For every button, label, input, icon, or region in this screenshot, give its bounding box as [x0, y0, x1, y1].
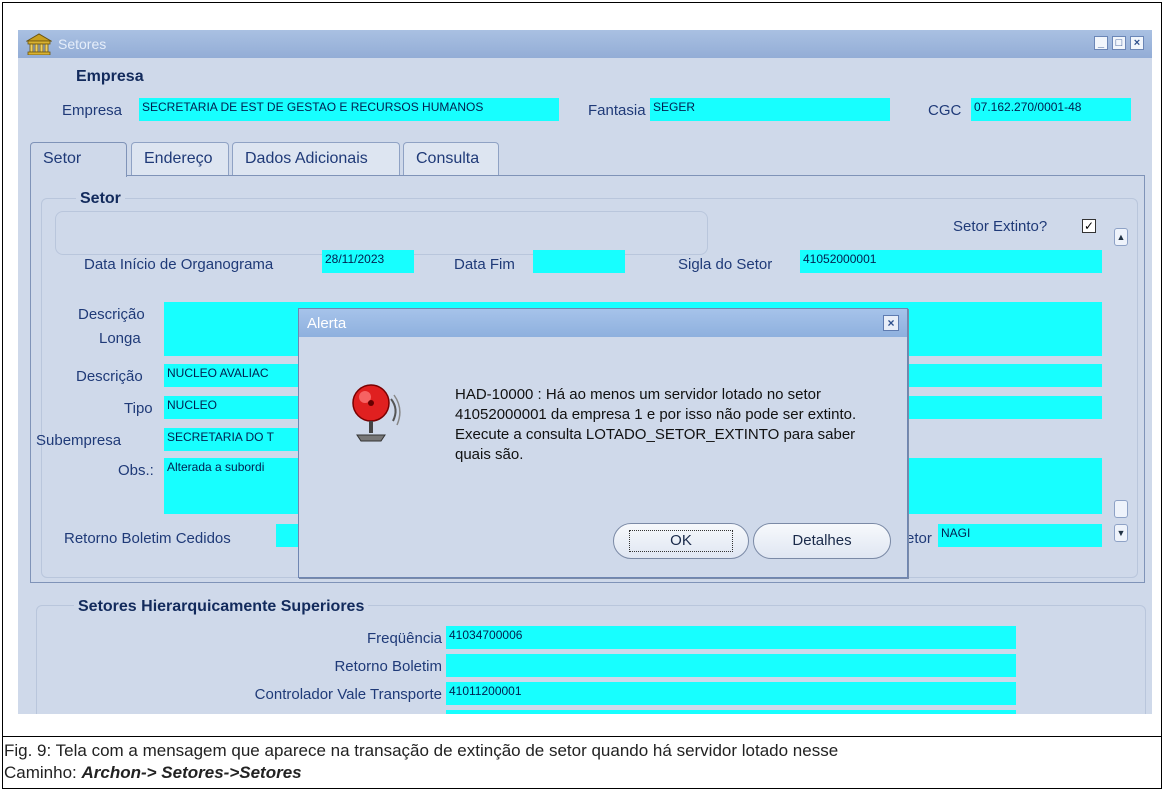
descricao-longa-label-2: Longa [99, 330, 141, 347]
tipo-label: Tipo [124, 400, 153, 417]
title-bar: Setores _ □ × [18, 30, 1152, 58]
ok-button-label: OK [629, 530, 733, 552]
tab-dados-adicionais[interactable]: Dados Adicionais [232, 142, 400, 176]
hierarquia-section-label: Setores Hierarquicamente Superiores [74, 598, 369, 616]
descricao-label: Descrição [76, 368, 143, 385]
empresa-section-label: Empresa [76, 68, 144, 85]
data-fim-label: Data Fim [454, 256, 515, 273]
obs-label: Obs.: [118, 462, 154, 479]
caption-line-1: Fig. 9: Tela com a mensagem que aparece … [4, 741, 839, 760]
data-inicio-field[interactable]: 28/11/2023 [322, 250, 414, 273]
empresa-label: Empresa [62, 102, 123, 119]
scroll-down-icon[interactable]: ▼ [1114, 524, 1128, 542]
tab-consulta[interactable]: Consulta [403, 142, 499, 176]
caption-separator [2, 736, 1162, 737]
descricao-longa-label-1: Descrição [78, 306, 145, 323]
cgc-label: CGC [928, 102, 962, 119]
controlador-field[interactable]: 41011200001 [446, 682, 1016, 705]
alarm-bell-icon [352, 384, 401, 442]
fantasia-field[interactable]: SEGER [650, 98, 890, 121]
sigla-label: Sigla do Setor [678, 256, 773, 273]
setor-partial-label: etor [906, 530, 932, 547]
caption-path-prefix: Caminho: [4, 763, 82, 782]
caption-line-2: Caminho: Archon-> Setores->Setores [4, 762, 1154, 784]
caption-path: Archon-> Setores->Setores [81, 763, 302, 782]
retorno-cedidos-label: Retorno Boletim Cedidos [64, 530, 231, 547]
dialog-message: HAD-10000 : Há ao menos um servidor lota… [455, 386, 857, 463]
subempresa-label: Subempresa [36, 432, 122, 449]
maximize-icon[interactable]: □ [1112, 36, 1126, 50]
minimize-icon[interactable]: _ [1094, 36, 1108, 50]
close-icon[interactable]: × [883, 315, 899, 331]
fantasia-label: Fantasia [588, 102, 646, 119]
data-inicio-label: Data Início de Organograma [84, 256, 274, 273]
building-icon [26, 33, 52, 55]
details-button[interactable]: Detalhes [753, 523, 891, 559]
scroll-thumb[interactable] [1114, 500, 1128, 518]
setor-inner-box [55, 211, 708, 255]
tab-endereco[interactable]: Endereço [131, 142, 229, 176]
close-icon[interactable]: × [1130, 36, 1144, 50]
dialog-title-bar: Alerta × [299, 309, 907, 337]
setor-extinto-label: Setor Extinto? [953, 218, 1048, 235]
figure-caption: Fig. 9: Tela com a mensagem que aparece … [4, 740, 1154, 784]
retorno-boletim-label: Retorno Boletim [334, 658, 442, 675]
window-title: Setores [58, 36, 107, 52]
retorno-boletim-field[interactable] [446, 654, 1016, 677]
tab-setor[interactable]: Setor [30, 142, 127, 177]
sigla-field[interactable]: 41052000001 [800, 250, 1102, 273]
empresa-field[interactable]: SECRETARIA DE EST DE GESTAO E RECURSOS H… [139, 98, 559, 121]
frequencia-label: Freqüência [366, 630, 442, 647]
scroll-up-icon[interactable]: ▲ [1114, 228, 1128, 246]
app-window: Setores _ □ × Empresa Empresa SECRETARIA… [18, 30, 1152, 714]
ok-button[interactable]: OK [613, 523, 749, 559]
setor-field[interactable]: NAGI [938, 524, 1102, 547]
cgc-field[interactable]: 07.162.270/0001-48 [971, 98, 1131, 121]
controlador-label: Controlador Vale Transporte [254, 686, 442, 703]
setor-extinto-checkbox[interactable]: ✓ [1082, 219, 1096, 233]
alert-dialog: Alerta × HAD-10000 : Há ao menos um serv… [298, 308, 908, 578]
next-field-partial[interactable] [446, 710, 1016, 714]
setor-section-label: Setor [76, 190, 125, 208]
frequencia-field[interactable]: 41034700006 [446, 626, 1016, 649]
dialog-title: Alerta [307, 315, 347, 332]
data-fim-field[interactable] [533, 250, 625, 273]
